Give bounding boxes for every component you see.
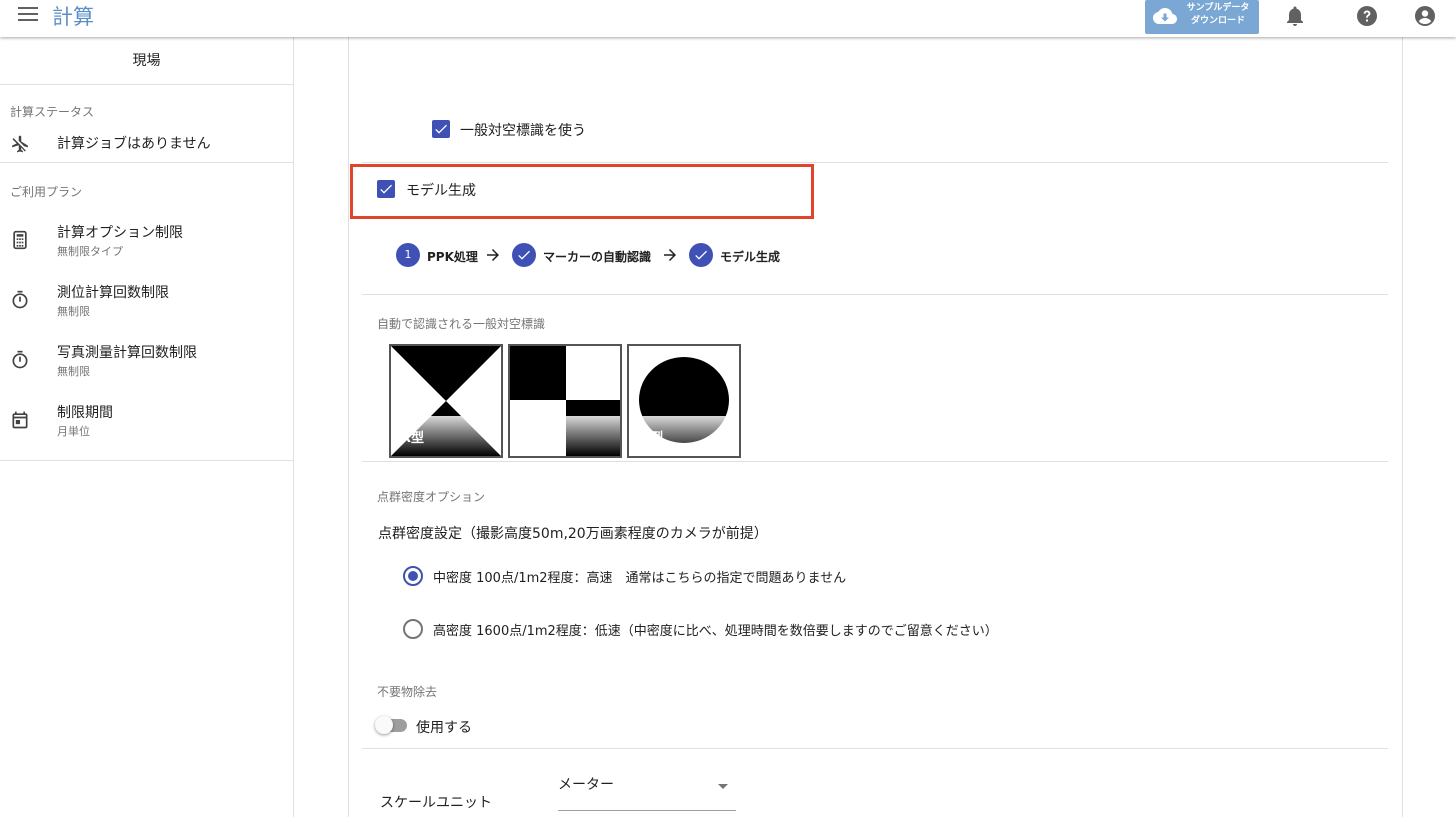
step-3-label: モデル生成: [720, 250, 781, 264]
calc-status-item: 計算ジョブはありません: [0, 120, 293, 168]
model-generation-label: モデル生成: [406, 183, 476, 199]
plan-item-sub: 無制限: [57, 365, 90, 378]
menu-icon[interactable]: [18, 7, 38, 23]
arrow-right-icon: [487, 249, 499, 261]
calc-status-header: 計算ステータス: [10, 105, 95, 119]
download-label-line1: サンプルデータ: [1186, 3, 1250, 13]
scale-unit-select[interactable]: メーター: [558, 770, 736, 811]
check-icon: [380, 184, 392, 194]
plan-header: ご利用プラン: [10, 185, 83, 199]
check-icon: [695, 250, 707, 260]
plan-item-title: 測位計算回数制限: [57, 285, 169, 301]
timer-icon: [12, 290, 28, 309]
calendar-icon: [12, 411, 28, 429]
plan-item-photogrammetry-limit: 写真測量計算回数制限 無制限: [0, 342, 293, 402]
step-1-label: PPK処理: [427, 250, 478, 264]
density-medium-label: 中密度 100点/1m2程度：高速 通常はこちらの指定で問題ありません: [433, 571, 847, 586]
calc-status-text: 計算ジョブはありません: [57, 136, 211, 152]
divider: [362, 162, 1388, 163]
divider: [362, 748, 1388, 749]
plan-item-limit-period: 制限期間 月単位: [0, 402, 293, 462]
arrow-right-icon: [664, 249, 676, 261]
plan-item-sub: 無制限: [57, 305, 90, 318]
check-icon: [435, 124, 447, 134]
plan-item-title: 制限期間: [57, 405, 113, 421]
density-title: 点群密度設定（撮影高度50m,20万画素程度のカメラが前提）: [378, 526, 768, 542]
density-high-label: 高密度 1600点/1m2程度：低速（中密度に比べ、処理時間を数倍要しますのでご…: [433, 624, 998, 639]
plan-item-positioning-limit: 測位計算回数制限 無制限: [0, 282, 293, 342]
sidebar: 現場 計算ステータス 計算ジョブはありません ご利用プラン 計算オプション制限 …: [0, 37, 294, 817]
removal-toggle-thumb[interactable]: [375, 716, 393, 734]
plan-item-calc-option: 計算オプション制限 無制限タイプ: [0, 222, 293, 282]
dropdown-caret-icon: [718, 784, 728, 789]
plan-item-title: 計算オプション制限: [57, 225, 183, 241]
marker-circle-type[interactable]: ○型: [627, 344, 741, 458]
cloud-download-icon: [1153, 8, 1177, 24]
removal-toggle-label: 使用する: [416, 720, 472, 736]
marker-label: X型: [401, 431, 425, 446]
marker-label: 十型: [520, 431, 547, 446]
removal-caption: 不要物除去: [377, 685, 438, 699]
scale-unit-label: スケールユニット: [380, 795, 492, 811]
scale-unit-value: メーター: [558, 777, 614, 793]
airplane-off-icon: [12, 135, 28, 153]
density-caption: 点群密度オプション: [377, 490, 486, 504]
markers-caption: 自動で認識される一般対空標識: [377, 317, 546, 331]
general-marker-label: 一般対空標識を使う: [460, 123, 586, 139]
calculator-icon: [13, 230, 27, 250]
bell-icon[interactable]: [1283, 4, 1307, 28]
divider: [362, 294, 1388, 295]
sample-data-download-button[interactable]: サンプルデータ ダウンロード: [1145, 0, 1259, 34]
step-3-check: [689, 243, 713, 267]
site-label[interactable]: 現場: [0, 37, 293, 85]
page-title: 計算: [52, 5, 94, 29]
download-label-line2: ダウンロード: [1190, 16, 1245, 26]
plan-item-title: 写真測量計算回数制限: [57, 345, 197, 361]
plan-item-sub: 月単位: [57, 425, 90, 438]
model-generation-checkbox[interactable]: [377, 180, 395, 198]
general-marker-checkbox[interactable]: [432, 120, 450, 138]
settings-card: [348, 37, 1403, 817]
marker-label: ○型: [639, 431, 664, 446]
marker-cross-type[interactable]: 十型: [508, 344, 622, 458]
step-2-label: マーカーの自動認識: [543, 250, 652, 264]
timer-icon: [12, 350, 28, 369]
app-header: 計算 サンプルデータ ダウンロード: [0, 0, 1456, 37]
plan-item-sub: 無制限タイプ: [57, 245, 123, 258]
marker-x-type[interactable]: X型: [389, 344, 503, 458]
check-icon: [518, 250, 530, 260]
step-2-check: [512, 243, 536, 267]
help-icon[interactable]: [1355, 4, 1379, 28]
density-medium-radio[interactable]: [403, 566, 423, 586]
density-high-radio[interactable]: [403, 619, 423, 639]
step-1-number: 1: [396, 243, 420, 267]
account-icon[interactable]: [1413, 4, 1437, 28]
divider: [362, 461, 1388, 462]
